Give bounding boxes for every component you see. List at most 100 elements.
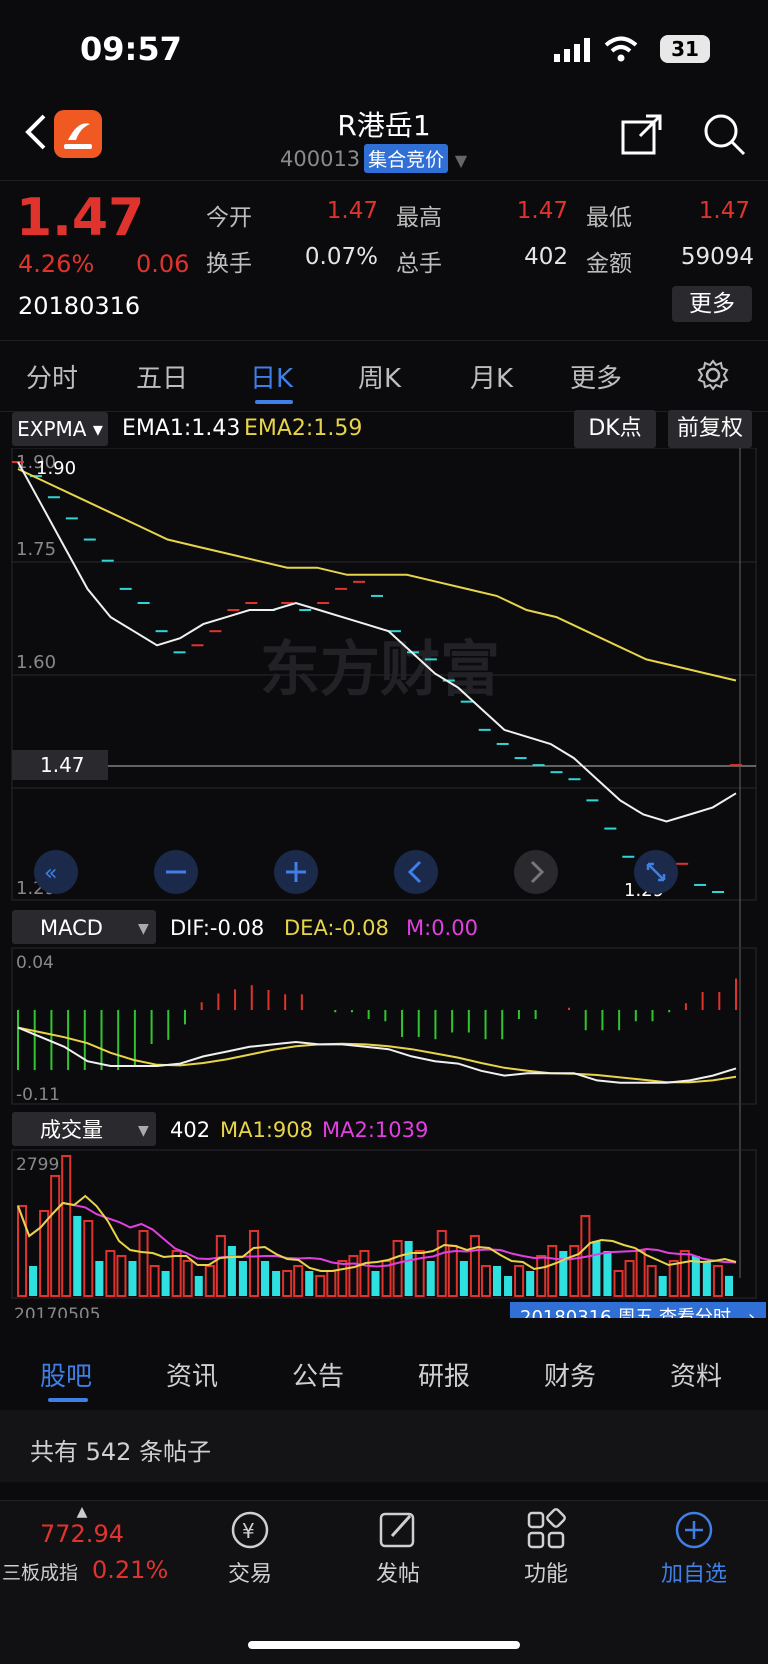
dropdown-caret-icon: ▼ [138, 1123, 149, 1139]
volume-bar [526, 1270, 535, 1296]
scroll-right-button[interactable] [514, 850, 558, 894]
volume-bar [293, 1264, 304, 1298]
indicator-select[interactable]: EXPMA ▾ [12, 412, 108, 446]
field-label: 最低 [586, 205, 632, 231]
volume-bar [547, 1244, 558, 1297]
stock-charts: 东方财富 1.90 1.75 1.60 1.29 1.90 1.47 1.29 … [11, 448, 766, 1318]
field-value: 1.47 [516, 198, 568, 224]
tab-monthly-k[interactable]: 月K [470, 358, 513, 395]
settings-gear-icon[interactable] [696, 358, 730, 392]
post-button[interactable]: 发帖 [338, 1504, 458, 1588]
macd-dif: DIF:-0.08 [170, 916, 264, 940]
edit-icon [379, 1512, 415, 1548]
volume-start-date: 20170505 [14, 1305, 101, 1318]
volume-bar [73, 1215, 82, 1296]
wifi-icon [604, 36, 638, 62]
dk-point-button[interactable]: DK点 [574, 410, 656, 448]
status-bar: 09:57 31 [0, 0, 768, 100]
volume-bar [635, 1249, 646, 1297]
volume-bar [646, 1264, 657, 1298]
volume-bar [592, 1240, 601, 1296]
field-label: 总手 [396, 251, 442, 277]
dropdown-caret-icon[interactable]: ▼ [455, 151, 467, 170]
index-percent: 0.21% [92, 1556, 169, 1584]
dif-line [17, 1026, 737, 1084]
volume-bar [161, 1270, 170, 1296]
ema1-label: EMA1:1.43 [122, 416, 241, 441]
field-label: 金额 [586, 251, 632, 277]
volume-bar [348, 1254, 359, 1297]
volume-bar [116, 1254, 127, 1297]
y-tick: 1.75 [16, 539, 56, 560]
share-icon[interactable] [620, 112, 664, 156]
volume-bar [215, 1234, 226, 1297]
tab-daily-k[interactable]: 日K [250, 358, 293, 395]
volume-bar [459, 1260, 468, 1296]
field-label: 最高 [396, 205, 442, 231]
post-count-bar[interactable]: 共有 542 条帖子 [0, 1410, 768, 1482]
tab-forum[interactable]: 股吧 [40, 1356, 92, 1393]
field-label: 换手 [206, 251, 252, 277]
field-value: 1.47 [326, 198, 378, 224]
chart-nav-buttons: « [34, 850, 678, 894]
macd-dea: DEA:-0.08 [284, 916, 389, 940]
view-intraday-label: 20180316 周五 查看分时 [520, 1307, 731, 1318]
volume-bar [83, 1219, 94, 1297]
content-tabs [0, 1340, 768, 1410]
volume-bar [447, 1244, 458, 1297]
current-price: 1.47 [16, 188, 145, 248]
volume-bar [480, 1264, 491, 1298]
battery-icon: 31 [660, 35, 710, 63]
trade-icon: ¥ [231, 1511, 269, 1549]
search-icon[interactable] [702, 112, 748, 158]
tab-announcements[interactable]: 公告 [292, 1356, 344, 1393]
field-value: 0.07% [304, 244, 378, 270]
volume-bar [149, 1264, 160, 1298]
volume-bar [29, 1265, 38, 1296]
tab-weekly-k[interactable]: 周K [358, 358, 401, 395]
macd-panel: MACD ▼ DIF:-0.08 DEA:-0.08 M:0.00 0.04 -… [11, 910, 757, 1105]
volume-panel: 成交量 ▼ 402 MA1:908 MA2:1039 2799 20170505… [11, 1112, 766, 1318]
field-value: 1.47 [698, 198, 750, 224]
field-value: 402 [524, 244, 568, 270]
volume-bar [679, 1249, 690, 1297]
volume-bar [613, 1269, 624, 1298]
volume-bar [261, 1260, 270, 1296]
volume-bar [182, 1259, 193, 1298]
volume-bar [326, 1269, 337, 1298]
tab-more[interactable]: 更多 [570, 358, 622, 395]
tab-profile[interactable]: 资料 [670, 1356, 722, 1393]
add-watchlist-button[interactable]: 加自选 [634, 1504, 754, 1588]
macd-top-tick: 0.04 [16, 953, 54, 973]
volume-bar [227, 1245, 236, 1296]
volume-bar [404, 1240, 413, 1296]
volume-bar [204, 1264, 215, 1298]
change-percent: 4.26% [18, 250, 95, 278]
volume-bar [624, 1259, 635, 1298]
volume-bar [305, 1270, 314, 1296]
functions-button[interactable]: 功能 [486, 1504, 606, 1588]
volume-name: 成交量 [40, 1118, 103, 1142]
volume-bar [392, 1239, 403, 1297]
trade-button[interactable]: ¥ 交易 [190, 1504, 310, 1588]
status-time: 09:57 [80, 30, 182, 68]
signal-icon [554, 38, 590, 62]
watermark: 东方财富 [260, 635, 500, 705]
field-value: 59094 [680, 244, 754, 270]
field-label: 今开 [206, 205, 252, 231]
stock-code-row[interactable]: 400013 集合竞价 ▼ [280, 144, 467, 173]
more-quote-button[interactable]: 更多 [672, 286, 752, 322]
scroll-left-button[interactable] [394, 850, 438, 894]
active-tab-indicator [48, 1398, 88, 1402]
tab-five-day[interactable]: 五日 [136, 358, 188, 395]
volume-bar [504, 1275, 513, 1296]
tab-research[interactable]: 研报 [418, 1356, 470, 1393]
volume-bar [426, 1260, 435, 1296]
tab-intraday[interactable]: 分时 [26, 358, 78, 395]
tab-news[interactable]: 资讯 [166, 1356, 218, 1393]
tab-financials[interactable]: 财务 [544, 1356, 596, 1393]
ema2-label: EMA2:1.59 [244, 416, 363, 441]
volume-bar [371, 1270, 380, 1296]
index-ticker[interactable]: ▲ 772.94 [22, 1504, 142, 1548]
adjust-price-button[interactable]: 前复权 [668, 410, 752, 448]
